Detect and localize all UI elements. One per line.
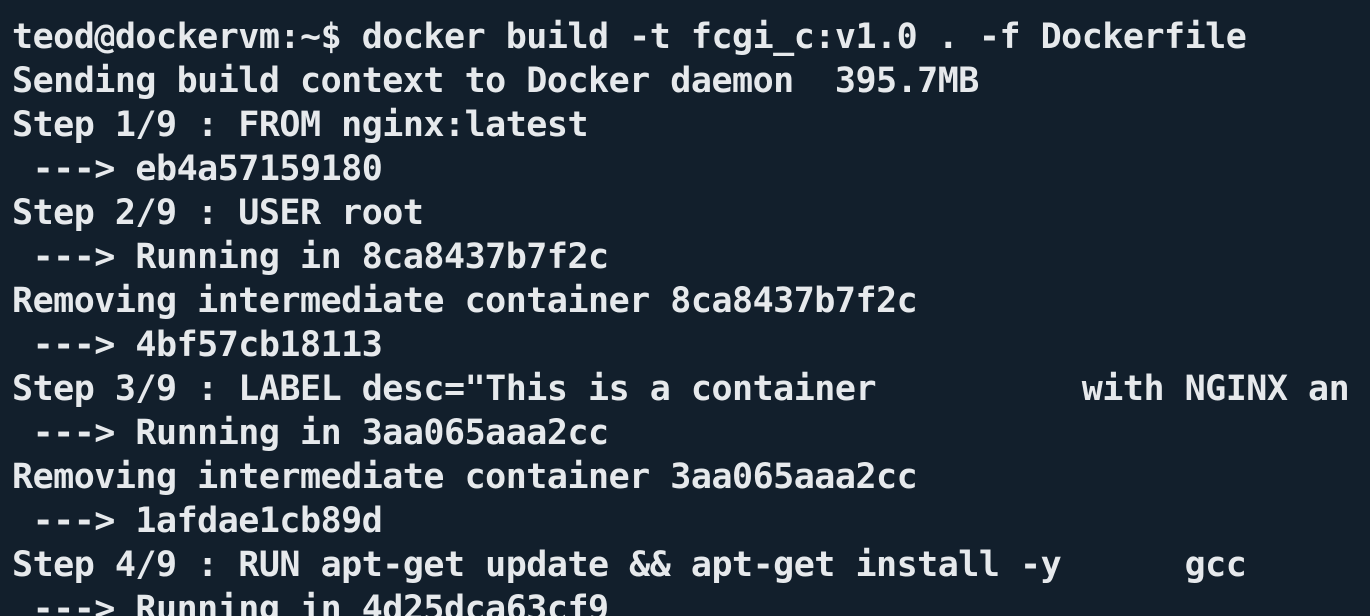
terminal-line-command: teod@dockervm:~$ docker build -t fcgi_c:… bbox=[12, 17, 1247, 57]
terminal-line: Step 4/9 : RUN apt-get update && apt-get… bbox=[12, 545, 1247, 585]
terminal-line: Step 2/9 : USER root bbox=[12, 193, 424, 233]
terminal-line: ---> 1afdae1cb89d bbox=[12, 501, 383, 541]
terminal-line: Sending build context to Docker daemon 3… bbox=[12, 61, 979, 101]
terminal-window[interactable]: teod@dockervm:~$ docker build -t fcgi_c:… bbox=[0, 0, 1370, 616]
terminal-output: teod@dockervm:~$ docker build -t fcgi_c:… bbox=[12, 15, 1350, 616]
terminal-line: Step 3/9 : LABEL desc="This is a contain… bbox=[12, 369, 1350, 409]
terminal-line: Step 1/9 : FROM nginx:latest bbox=[12, 105, 589, 145]
terminal-line: ---> Running in 3aa065aaa2cc bbox=[12, 413, 610, 453]
terminal-line: ---> Running in 4d25dca63cf9 bbox=[12, 589, 610, 616]
terminal-line: ---> eb4a57159180 bbox=[12, 149, 383, 189]
terminal-line: Removing intermediate container 3aa065aa… bbox=[12, 457, 918, 497]
terminal-line: ---> 4bf57cb18113 bbox=[12, 325, 383, 365]
terminal-line: Removing intermediate container 8ca8437b… bbox=[12, 281, 918, 321]
terminal-line: ---> Running in 8ca8437b7f2c bbox=[12, 237, 610, 277]
